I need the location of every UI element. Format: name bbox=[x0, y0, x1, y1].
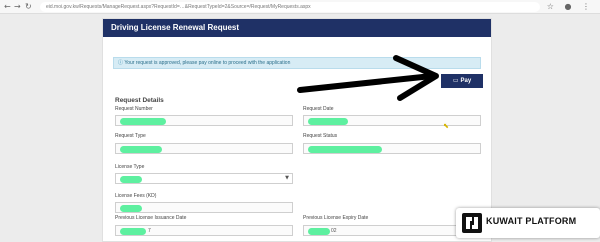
kuwait-platform-watermark: KUWAIT PLATFORM bbox=[456, 208, 600, 238]
address-bar[interactable]: eid.moi.gov.kw/Requests/ManageRequest.as… bbox=[40, 2, 540, 12]
redaction-mark bbox=[308, 118, 348, 125]
prev-expiry-value: 02 bbox=[331, 228, 337, 234]
request-status-label: Request Status bbox=[303, 133, 338, 139]
license-fees-label: License Fees (KD) bbox=[115, 193, 157, 199]
kuwait-platform-logo-icon bbox=[462, 213, 482, 233]
redaction-mark bbox=[120, 176, 142, 183]
browser-extension-icons[interactable]: ☆ ● ⋮ bbox=[547, 2, 594, 12]
card-icon: ▭ bbox=[452, 77, 459, 84]
license-type-select[interactable]: ▼ bbox=[115, 173, 293, 184]
license-type-label: License Type bbox=[115, 164, 145, 170]
panel-title: Driving License Renewal Request bbox=[103, 19, 491, 37]
request-panel: Driving License Renewal Request ⓘ Your r… bbox=[102, 18, 492, 242]
prev-issuance-value: 7 bbox=[148, 228, 151, 234]
redaction-mark bbox=[120, 146, 162, 153]
request-date-label: Request Date bbox=[303, 106, 334, 112]
license-fees-field bbox=[115, 202, 293, 213]
prev-expiry-field: 02 bbox=[303, 225, 481, 236]
redaction-mark bbox=[120, 118, 166, 125]
request-date-field bbox=[303, 115, 481, 126]
request-number-label: Request Number bbox=[115, 106, 153, 112]
prev-issuance-field: 7 bbox=[115, 225, 293, 236]
mouse-cursor-icon: ⬉ bbox=[443, 122, 449, 130]
prev-issuance-label: Previous License Issuance Date bbox=[115, 215, 187, 221]
redaction-mark bbox=[308, 228, 330, 235]
chevron-down-icon: ▼ bbox=[285, 175, 289, 181]
back-arrow-icon[interactable]: ← bbox=[4, 2, 11, 12]
redaction-mark bbox=[308, 146, 382, 153]
request-status-field bbox=[303, 143, 481, 154]
pointer-arrow-annotation bbox=[297, 55, 439, 101]
info-icon: ⓘ bbox=[118, 60, 124, 66]
prev-expiry-label: Previous License Expiry Date bbox=[303, 215, 369, 221]
browser-toolbar: ← → ↻ eid.moi.gov.kw/Requests/ManageRequ… bbox=[0, 0, 600, 14]
pay-button-label: Pay bbox=[460, 78, 472, 84]
request-number-field bbox=[115, 115, 293, 126]
redaction-mark bbox=[120, 228, 146, 235]
request-type-field bbox=[115, 143, 293, 154]
reload-icon[interactable]: ↻ bbox=[25, 2, 32, 12]
section-title: Request Details bbox=[115, 97, 164, 104]
pay-button[interactable]: ▭ Pay bbox=[441, 74, 483, 88]
redaction-mark bbox=[120, 205, 142, 212]
request-type-label: Request Type bbox=[115, 133, 146, 139]
forward-arrow-icon[interactable]: → bbox=[14, 2, 21, 12]
alert-message: Your request is approved, please pay onl… bbox=[124, 60, 291, 66]
watermark-text: KUWAIT PLATFORM bbox=[486, 216, 577, 226]
